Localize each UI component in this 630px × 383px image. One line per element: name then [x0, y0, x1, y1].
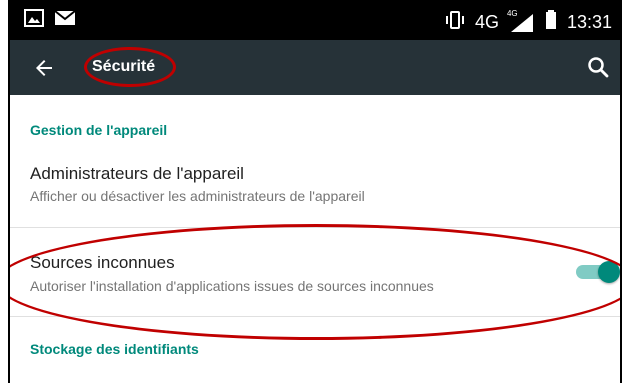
left-frame-border [0, 0, 10, 383]
signal-icon: 4G [507, 9, 535, 33]
system-status: 4G 4G 13:31 [445, 9, 612, 35]
section-header-credential-storage: Stockage des identifiants [30, 341, 199, 357]
pref-device-admins-title: Administrateurs de l'appareil [30, 164, 244, 183]
pref-device-admins-summary: Afficher ou désactiver les administrateu… [30, 188, 365, 204]
settings-screen: 4G 4G 13:31 Sécurité Gestion de l'appare… [10, 0, 620, 383]
pref-unknown-sources-title: Sources inconnues [30, 253, 175, 272]
divider [10, 316, 620, 317]
right-frame-border [620, 0, 630, 383]
vibrate-icon [445, 11, 465, 34]
picture-notification-icon [24, 9, 44, 32]
back-arrow-icon[interactable] [32, 56, 56, 80]
pref-unknown-sources-summary: Autoriser l'installation d'applications … [30, 278, 434, 294]
unknown-sources-toggle[interactable] [576, 261, 620, 283]
title-highlight-ellipse [84, 47, 176, 87]
section-header-device-management: Gestion de l'appareil [30, 122, 168, 138]
status-bar: 4G 4G 13:31 [10, 0, 620, 40]
divider [10, 227, 620, 228]
mail-notification-icon [54, 10, 76, 31]
toggle-thumb [598, 261, 620, 283]
app-toolbar: Sécurité [10, 40, 620, 95]
battery-icon [545, 10, 557, 35]
network-badge: 4G [506, 8, 518, 18]
clock: 13:31 [566, 12, 612, 32]
network-type: 4G [474, 12, 499, 32]
notification-icons [24, 9, 76, 32]
search-icon[interactable] [586, 55, 610, 79]
